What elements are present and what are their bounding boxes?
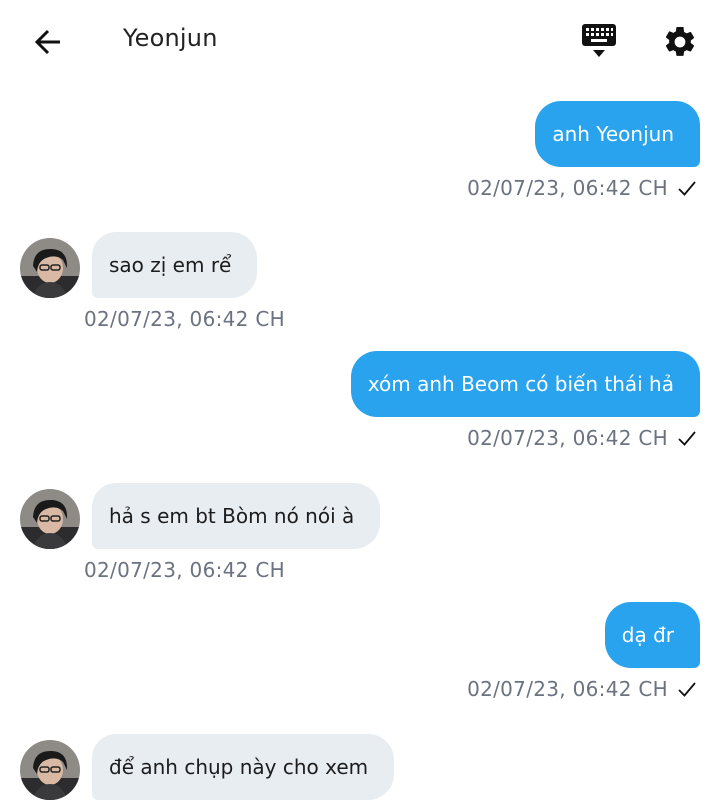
settings-button[interactable] [658, 20, 702, 64]
message-bubble-incoming[interactable]: để anh chụp này cho xem [92, 734, 395, 800]
message-bubble-outgoing[interactable]: dạ đr [604, 602, 700, 668]
contact-avatar-image [20, 489, 80, 549]
message-meta: 02/07/23, 06:42 CH [84, 558, 285, 582]
contact-name: Yeonjun [123, 24, 218, 52]
avatar[interactable] [20, 740, 80, 800]
arrow-left-icon [34, 29, 60, 55]
back-button[interactable] [28, 22, 68, 62]
chat-screen: Yeonjun anh Yeonjun 02/07/23, 06:42 CH s… [0, 0, 720, 806]
message-timestamp: 02/07/23, 06:42 CH [467, 176, 668, 200]
message-timestamp: 02/07/23, 06:42 CH [84, 307, 285, 331]
avatar[interactable] [20, 489, 80, 549]
message-bubble-outgoing[interactable]: anh Yeonjun [535, 101, 700, 167]
contact-avatar-image [20, 740, 80, 800]
message-timestamp: 02/07/23, 06:42 CH [84, 558, 285, 582]
message-timestamp: 02/07/23, 06:42 CH [467, 677, 668, 701]
message-timestamp: 02/07/23, 06:42 CH [467, 426, 668, 450]
message-meta: 02/07/23, 06:42 CH [467, 426, 698, 450]
message-bubble-incoming[interactable]: hả s em bt Bòm nó nói à [92, 483, 381, 549]
sent-check-icon [678, 431, 696, 446]
chat-header: Yeonjun [0, 0, 720, 82]
message-meta: 02/07/23, 06:42 CH [467, 176, 698, 200]
message-meta: 02/07/23, 06:42 CH [84, 307, 285, 331]
gear-icon [665, 26, 695, 56]
contact-avatar-image [20, 238, 80, 298]
message-meta: 02/07/23, 06:42 CH [467, 677, 698, 701]
message-bubble-outgoing[interactable]: xóm anh Beom có biến thái hả [350, 351, 700, 417]
keyboard-button[interactable] [578, 20, 620, 62]
sent-check-icon [678, 682, 696, 697]
message-bubble-incoming[interactable]: sao zị em rể [92, 232, 258, 298]
avatar[interactable] [20, 238, 80, 298]
keyboard-icon [582, 24, 616, 57]
sent-check-icon [678, 181, 696, 196]
